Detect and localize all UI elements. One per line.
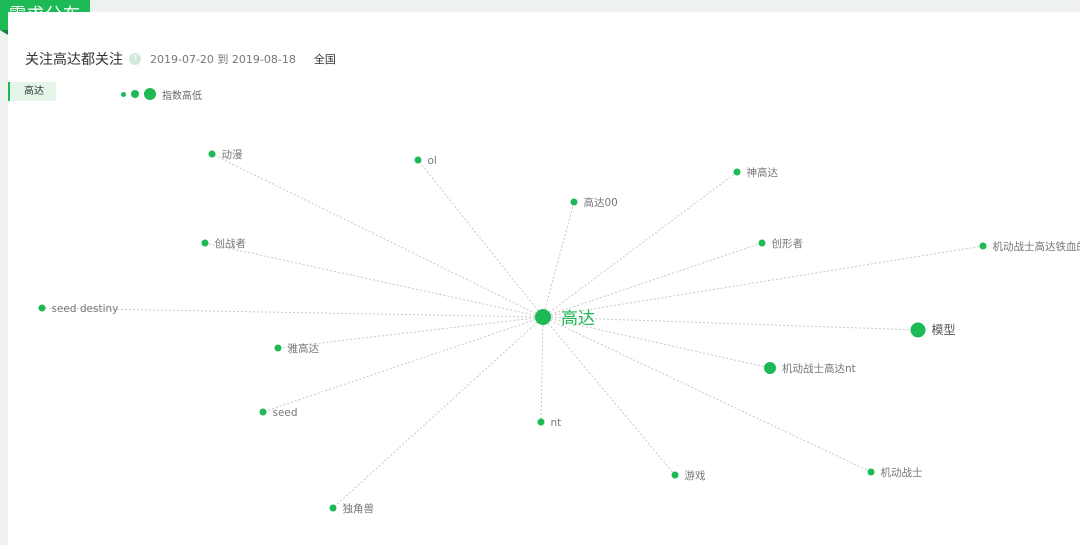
center-label[interactable]: 高达 (561, 309, 595, 329)
graph-node[interactable]: 机动战士 (867, 466, 923, 479)
graph-node[interactable]: 神高达 (733, 166, 779, 179)
graph-edge (542, 316, 919, 331)
node-dot[interactable] (867, 468, 875, 476)
graph-edge (542, 201, 575, 318)
node-label[interactable]: 游戏 (685, 469, 706, 482)
graph-edge (540, 316, 544, 423)
node-dot[interactable] (259, 408, 267, 416)
graph-node[interactable]: 模型 (910, 322, 956, 338)
center-dot[interactable] (535, 309, 551, 325)
graph-node[interactable]: 动漫 (208, 148, 243, 161)
node-dot[interactable] (274, 344, 282, 352)
graph-node[interactable]: 机动战士高达nt (764, 362, 856, 375)
node-dot[interactable] (208, 150, 216, 158)
node-label[interactable]: 机动战士 (881, 466, 923, 479)
node-label[interactable]: seed (273, 407, 298, 419)
node-dot[interactable] (414, 156, 422, 164)
node-label[interactable]: 机动战士高达nt (782, 362, 856, 375)
graph-center-node[interactable]: 高达 (535, 309, 595, 329)
graph-node[interactable]: 雅高达 (274, 342, 320, 355)
node-label[interactable]: 动漫 (222, 148, 243, 161)
graph-node[interactable]: seed destiny (38, 303, 119, 315)
graph-node[interactable]: seed (259, 407, 298, 419)
node-label[interactable]: 高达00 (584, 196, 618, 209)
graph-edge (542, 316, 872, 473)
graph-node[interactable]: ol (414, 155, 437, 167)
node-dot[interactable] (764, 362, 776, 374)
node-label[interactable]: 神高达 (747, 166, 779, 179)
node-dot[interactable] (537, 418, 545, 426)
node-dot[interactable] (38, 304, 46, 312)
node-label[interactable]: 创形者 (772, 237, 804, 250)
node-dot[interactable] (570, 198, 578, 206)
graph-edge (332, 316, 544, 509)
graph-node[interactable]: 高达00 (570, 196, 618, 209)
node-dot[interactable] (910, 322, 926, 338)
node-label[interactable]: seed destiny (52, 303, 119, 315)
graph-node[interactable]: 游戏 (671, 469, 706, 482)
graph-node[interactable]: nt (537, 417, 562, 429)
node-dot[interactable] (758, 239, 766, 247)
node-dot[interactable] (671, 471, 679, 479)
node-dot[interactable] (201, 239, 209, 247)
graph-edge (542, 242, 763, 318)
node-dot[interactable] (733, 168, 741, 176)
graph-node[interactable]: 独角兽 (329, 502, 375, 515)
node-label[interactable]: ol (428, 155, 437, 167)
node-dot[interactable] (979, 242, 987, 250)
graph-edges (41, 153, 984, 509)
relation-graph: 动漫 ol 神高达高达00 创战者 创形者 机动战士高达铁血的奥尔芬斯 seed desti… (38, 148, 1080, 515)
graph-edge (262, 316, 544, 413)
graph-node[interactable]: 创战者 (201, 237, 247, 250)
graph-edge (542, 316, 676, 476)
node-label[interactable]: 雅高达 (288, 342, 320, 355)
node-label[interactable]: 独角兽 (343, 502, 375, 515)
node-label[interactable]: 创战者 (215, 237, 247, 250)
graph-edge (211, 153, 544, 318)
node-label[interactable]: nt (551, 417, 562, 429)
node-label[interactable]: 模型 (932, 323, 956, 337)
node-dot[interactable] (329, 504, 337, 512)
graph-edge (542, 171, 738, 318)
graph-node[interactable]: 机动战士高达铁血的奥尔芬斯 (979, 240, 1080, 253)
graph-nodes: 动漫 ol 神高达高达00 创战者 创形者 机动战士高达铁血的奥尔芬斯 seed desti… (38, 148, 1080, 515)
graph-edge (542, 245, 984, 318)
graph-node[interactable]: 创形者 (758, 237, 804, 250)
node-label[interactable]: 机动战士高达铁血的奥尔芬斯 (993, 240, 1080, 253)
